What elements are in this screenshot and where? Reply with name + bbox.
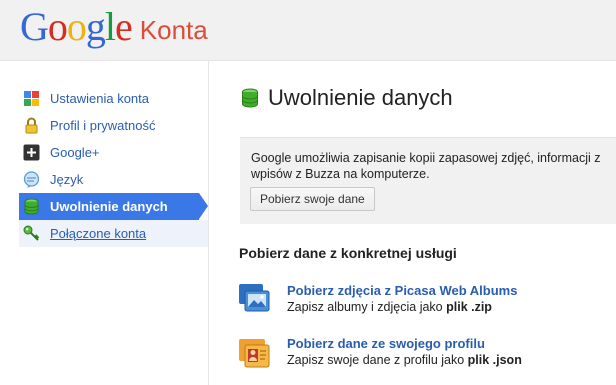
sidebar-item-connected-accounts[interactable]: Połączone konta [19,220,208,247]
info-text: Google umożliwia zapisanie kopii zapasow… [251,150,616,182]
sidebar-item-label: Profil i prywatność [50,118,156,133]
service-item-picasa: Pobierz zdjęcia z Picasa Web Albums Zapi… [238,283,616,317]
sidebar-item-label: Ustawienia konta [50,91,149,106]
main-content: Uwolnienie danych Google umożliwia zapis… [209,61,616,385]
sidebar-item-label: Połączone konta [50,226,147,241]
download-data-button[interactable]: Pobierz swoje dane [250,187,375,211]
sidebar-item-language[interactable]: Język [19,166,208,193]
sidebar-item-google-plus[interactable]: Google+ [19,139,208,166]
info-line: Google umożliwia zapisanie kopii zapasow… [251,151,601,165]
sidebar-item-label: Google+ [50,145,100,160]
info-panel: Google umożliwia zapisanie kopii zapasow… [240,137,616,224]
page-title-text: Uwolnienie danych [268,85,453,110]
language-icon [23,171,40,188]
file-format: plik .json [467,353,522,367]
product-name: Konta [139,15,208,45]
info-line: wpisów z Buzza na komputerze. [251,167,430,181]
service-item-profile: Pobierz dane ze swojego profilu Zapisz s… [238,336,616,370]
page-title: Uwolnienie danych [241,85,453,111]
key-icon [23,225,40,241]
logo-letter: o [66,4,87,49]
sidebar-item-label: Uwolnienie danych [50,199,168,214]
sidebar-nav: Ustawienia konta Profil i prywatność Goo… [19,85,208,247]
service-description-text: Zapisz swoje dane z profilu jako [287,353,468,367]
sidebar-item-account-settings[interactable]: Ustawienia konta [19,85,208,112]
sidebar: Ustawienia konta Profil i prywatność Goo… [0,61,209,385]
service-title-link[interactable]: Pobierz zdjęcia z Picasa Web Albums [287,283,517,298]
profile-icon [239,339,270,368]
file-format: plik .zip [446,300,492,314]
logo-letter: G [20,4,49,49]
google-plus-icon [23,144,40,161]
logo-letter: l [104,4,116,49]
logo-letter: o [47,4,68,49]
data-liberation-icon [242,88,258,108]
picasa-photos-icon [239,284,270,312]
sidebar-item-label: Język [50,172,84,187]
logo-letter: e [115,4,133,49]
service-description: Zapisz albumy i zdjęcia jako plik .zip [287,300,492,314]
service-description-text: Zapisz albumy i zdjęcia jako [287,300,447,314]
service-description: Zapisz swoje dane z profilu jako plik .j… [287,353,522,367]
account-settings-icon [24,91,39,106]
sidebar-item-data-liberation[interactable]: Uwolnienie danych [19,193,208,220]
logo-letter: g [85,4,106,49]
header: G o o g l e Konta [0,0,616,61]
lock-icon [25,117,38,134]
section-heading: Pobierz dane z konkretnej usługi [239,245,457,261]
service-title-link[interactable]: Pobierz dane ze swojego profilu [287,336,485,351]
data-liberation-icon [24,198,39,215]
google-logo[interactable]: G o o g l e Konta [20,5,208,49]
sidebar-item-profile-privacy[interactable]: Profil i prywatność [19,112,208,139]
